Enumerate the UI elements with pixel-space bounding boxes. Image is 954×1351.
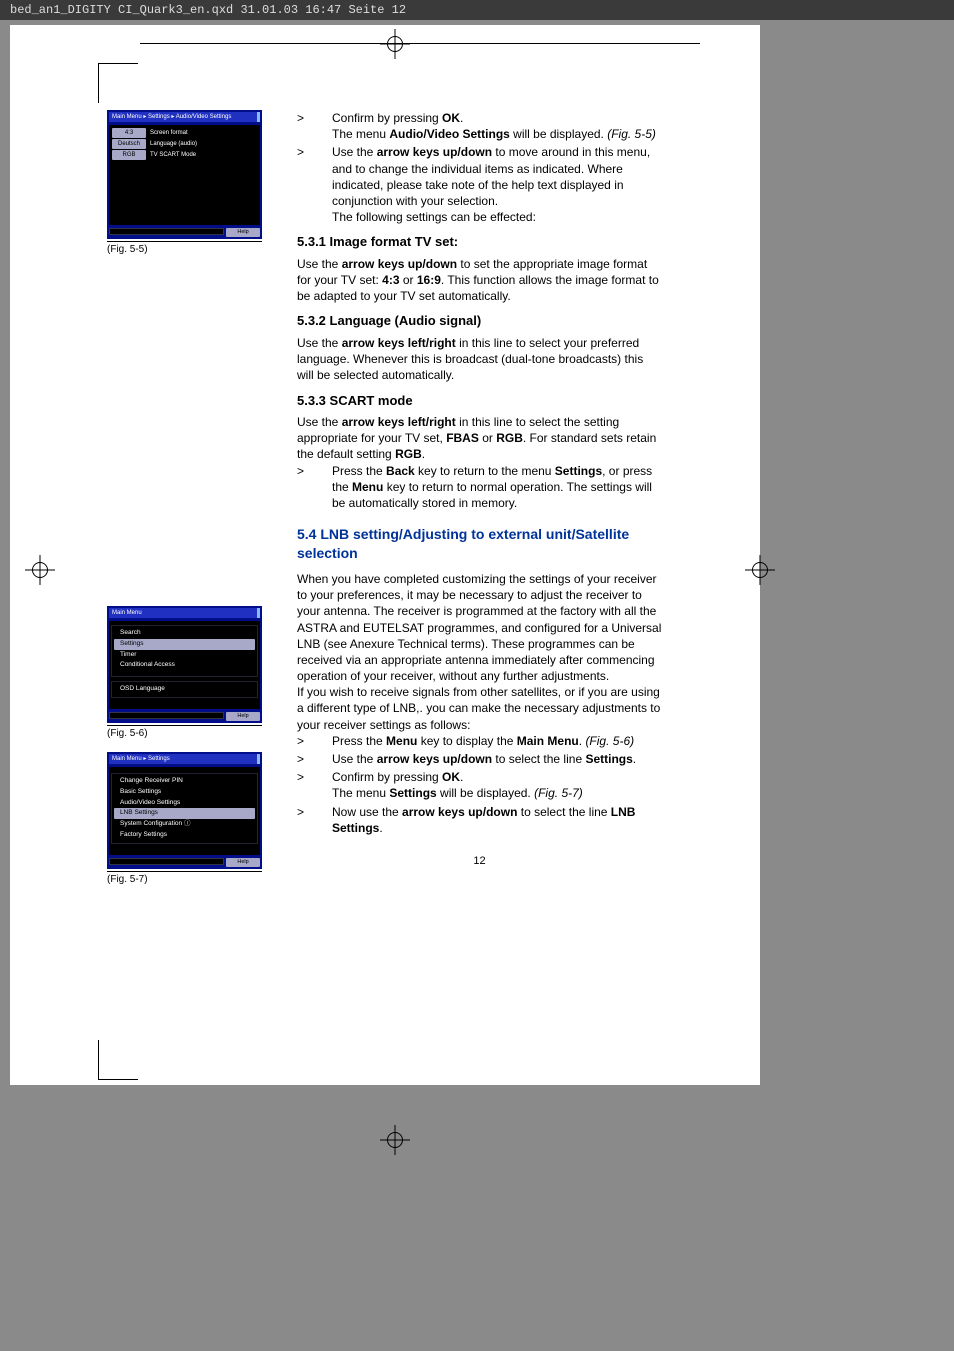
paragraph: Use the arrow keys left/right in this li… — [297, 335, 662, 384]
menu-item: Basic Settings — [114, 787, 255, 798]
heading-5-3-2: 5.3.2 Language (Audio signal) — [297, 312, 662, 330]
menu-item-selected: Settings — [114, 639, 255, 650]
osd-row: RGB TV SCART Mode — [112, 150, 257, 160]
osd-title: Main Menu ▸ Settings — [109, 754, 260, 764]
bullet-marker: > — [297, 804, 332, 836]
paragraph: If you wish to receive signals from othe… — [297, 684, 662, 733]
osd-footer-bar — [109, 712, 224, 719]
osd-help-label: Help — [226, 228, 260, 236]
bullet-text: Use the arrow keys up/down to select the… — [332, 751, 662, 767]
bullet-text: Confirm by pressing OK. The menu Setting… — [332, 769, 662, 801]
bullet-item: > Confirm by pressing OK. The menu Audio… — [297, 110, 662, 142]
osd-fig-5-7: Main Menu ▸ Settings Change Receiver PIN… — [107, 752, 262, 869]
figure-caption: (Fig. 5-6) — [107, 727, 267, 741]
osd-title: Main Menu — [109, 608, 260, 618]
bullet-marker: > — [297, 769, 332, 801]
bullet-item: > Use the arrow keys up/down to select t… — [297, 751, 662, 767]
osd-row: Deutsch Language (audio) — [112, 139, 257, 149]
heading-5-4: 5.4 LNB setting/Adjusting to external un… — [297, 525, 662, 563]
bullet-marker: > — [297, 751, 332, 767]
osd-label: Screen format — [150, 128, 188, 138]
page-number: 12 — [297, 854, 662, 869]
osd-help-label: Help — [226, 858, 260, 866]
bullet-item: > Confirm by pressing OK. The menu Setti… — [297, 769, 662, 801]
paragraph: When you have completed customizing the … — [297, 571, 662, 684]
bullet-marker: > — [297, 463, 332, 512]
paragraph: Use the arrow keys up/down to set the ap… — [297, 256, 662, 305]
file-header-text: bed_an1_DIGITY CI_Quark3_en.qxd 31.01.03… — [10, 3, 406, 17]
osd-fig-5-6: Main Menu Search Settings Timer Conditio… — [107, 606, 262, 723]
osd-label: Language (audio) — [150, 139, 197, 149]
crop-mark-tl — [98, 63, 138, 103]
menu-item: Change Receiver PIN — [114, 776, 255, 787]
crop-rule-top — [140, 43, 700, 44]
bullet-text: Now use the arrow keys up/down to select… — [332, 804, 662, 836]
bullet-item: > Press the Menu key to display the Main… — [297, 733, 662, 749]
heading-5-3-3: 5.3.3 SCART mode — [297, 392, 662, 410]
registration-mark-top — [380, 29, 410, 59]
figure-caption: (Fig. 5-5) — [107, 243, 267, 257]
osd-value: 4:3 — [112, 128, 146, 138]
bullet-text: Press the Menu key to display the Main M… — [332, 733, 662, 749]
bullet-item: > Use the arrow keys up/down to move aro… — [297, 144, 662, 225]
figure-caption: (Fig. 5-7) — [107, 873, 267, 887]
osd-fig-5-5: Main Menu ▸ Settings ▸ Audio/Video Setti… — [107, 110, 262, 239]
bullet-text: Confirm by pressing OK. The menu Audio/V… — [332, 110, 662, 142]
menu-item: System Configuration ⓘ — [114, 819, 255, 830]
figure-rule — [107, 871, 262, 872]
osd-value: Deutsch — [112, 139, 146, 149]
bullet-item: > Press the Back key to return to the me… — [297, 463, 662, 512]
bullet-marker: > — [297, 110, 332, 142]
osd-footer-bar — [109, 858, 224, 865]
bullet-text: Press the Back key to return to the menu… — [332, 463, 662, 512]
menu-item: Factory Settings — [114, 830, 255, 841]
figure-rule — [107, 725, 262, 726]
osd-footer-bar — [109, 228, 224, 235]
osd-value: RGB — [112, 150, 146, 160]
right-column: > Confirm by pressing OK. The menu Audio… — [297, 110, 662, 869]
registration-mark-right — [745, 555, 775, 585]
menu-item: Search — [114, 628, 255, 639]
bullet-marker: > — [297, 144, 332, 225]
menu-item: Conditional Access — [114, 660, 255, 671]
menu-item: Timer — [114, 650, 255, 661]
bullet-marker: > — [297, 733, 332, 749]
file-header-bar: bed_an1_DIGITY CI_Quark3_en.qxd 31.01.03… — [0, 0, 954, 20]
osd-help-label: Help — [226, 712, 260, 720]
heading-5-3-1: 5.3.1 Image format TV set: — [297, 233, 662, 251]
figure-rule — [107, 241, 262, 242]
registration-mark-bottom — [380, 1125, 410, 1155]
osd-label: TV SCART Mode — [150, 150, 196, 160]
osd-row: 4:3 Screen format — [112, 128, 257, 138]
menu-item-selected: LNB Settings — [114, 808, 255, 819]
menu-item: OSD Language — [114, 684, 255, 695]
bullet-text: Use the arrow keys up/down to move aroun… — [332, 144, 662, 225]
registration-mark-left — [25, 555, 55, 585]
menu-item: Audio/Video Settings — [114, 798, 255, 809]
paragraph: Use the arrow keys left/right in this li… — [297, 414, 662, 463]
osd-title: Main Menu ▸ Settings ▸ Audio/Video Setti… — [109, 112, 260, 122]
bullet-item: > Now use the arrow keys up/down to sele… — [297, 804, 662, 836]
page: Main Menu ▸ Settings ▸ Audio/Video Setti… — [10, 25, 760, 1085]
left-column: Main Menu ▸ Settings ▸ Audio/Video Setti… — [107, 110, 267, 886]
crop-mark-bl — [98, 1040, 138, 1080]
